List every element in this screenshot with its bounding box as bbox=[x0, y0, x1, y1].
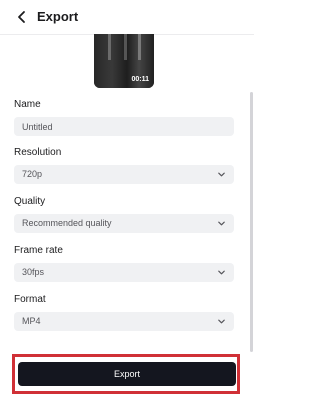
chevron-down-icon bbox=[218, 221, 225, 226]
back-button[interactable] bbox=[14, 9, 30, 25]
frame-rate-label: Frame rate bbox=[14, 245, 63, 256]
quality-select[interactable]: Recommended quality bbox=[14, 214, 234, 233]
resolution-label: Resolution bbox=[14, 147, 62, 158]
video-preview: 00:11 bbox=[94, 34, 154, 88]
chevron-down-icon bbox=[218, 270, 225, 275]
preview-duration: 00:11 bbox=[131, 76, 149, 83]
frame-rate-select[interactable]: 30fps bbox=[14, 263, 234, 282]
name-field-container bbox=[14, 117, 234, 136]
format-value: MP4 bbox=[22, 316, 41, 326]
preview-detail bbox=[138, 34, 141, 60]
scrollbar[interactable] bbox=[250, 92, 253, 352]
page-title: Export bbox=[37, 9, 79, 24]
quality-label: Quality bbox=[14, 196, 46, 207]
chevron-down-icon bbox=[218, 172, 225, 177]
name-label: Name bbox=[14, 99, 41, 110]
resolution-value: 720p bbox=[22, 169, 43, 179]
chevron-down-icon bbox=[218, 319, 225, 324]
export-button[interactable]: Export bbox=[18, 362, 236, 386]
frame-rate-value: 30fps bbox=[22, 267, 45, 277]
chevron-left-icon bbox=[18, 11, 25, 23]
quality-value: Recommended quality bbox=[22, 218, 112, 228]
preview-detail bbox=[124, 34, 127, 60]
resolution-select[interactable]: 720p bbox=[14, 165, 234, 184]
name-input[interactable] bbox=[14, 117, 234, 136]
format-label: Format bbox=[14, 294, 46, 305]
header-bar: Export bbox=[0, 0, 254, 35]
preview-detail bbox=[108, 34, 111, 60]
format-select[interactable]: MP4 bbox=[14, 312, 234, 331]
